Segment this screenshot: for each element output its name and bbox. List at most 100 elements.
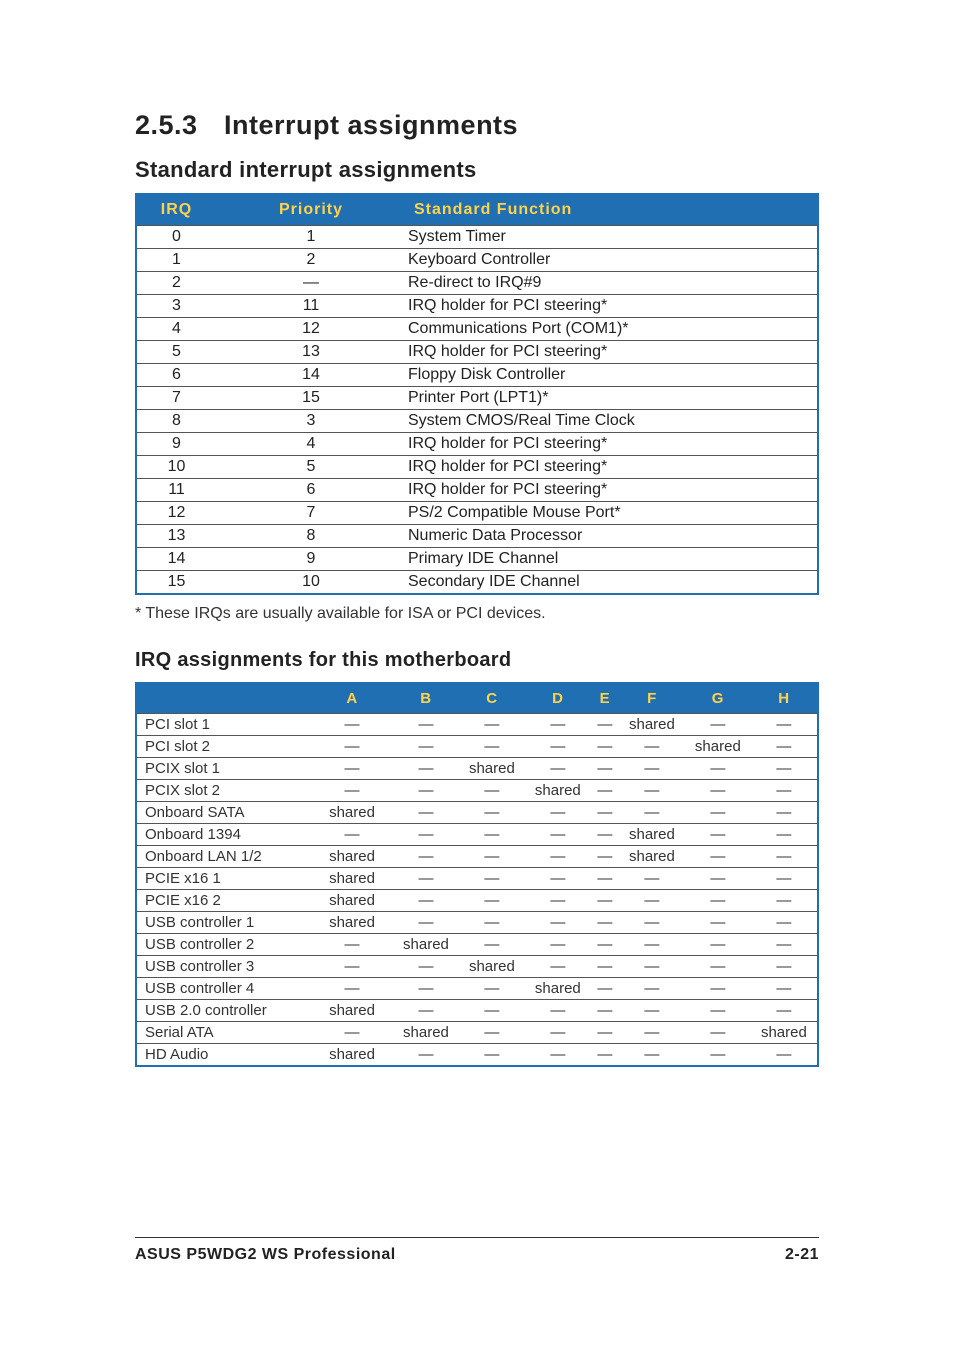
footer-right: 2-21: [785, 1246, 819, 1264]
cell-irq: 11: [136, 479, 216, 502]
table-row: HD Audioshared———————: [136, 1044, 818, 1067]
section1-title: Standard interrupt assignments: [135, 157, 819, 183]
cell-value: —: [591, 802, 619, 824]
table-row: USB controller 2—shared——————: [136, 934, 818, 956]
cell-value: —: [311, 978, 393, 1000]
cell-value: shared: [619, 714, 685, 736]
cell-value: —: [311, 780, 393, 802]
standard-interrupt-table: IRQ Priority Standard Function 01System …: [135, 193, 819, 595]
cell-value: shared: [311, 802, 393, 824]
cell-irq: 10: [136, 456, 216, 479]
cell-function: Floppy Disk Controller: [406, 364, 818, 387]
cell-value: —: [619, 868, 685, 890]
cell-value: —: [619, 758, 685, 780]
cell-value: —: [591, 1000, 619, 1022]
cell-value: —: [393, 1044, 459, 1067]
cell-value: —: [591, 824, 619, 846]
cell-function: System Timer: [406, 226, 818, 249]
cell-value: —: [525, 824, 591, 846]
col-function: Standard Function: [406, 194, 818, 226]
cell-value: —: [619, 978, 685, 1000]
table-row: Serial ATA—shared—————shared: [136, 1022, 818, 1044]
cell-priority: 10: [216, 571, 406, 595]
cell-value: —: [459, 934, 525, 956]
cell-value: —: [751, 736, 818, 758]
cell-value: —: [751, 846, 818, 868]
cell-value: —: [393, 846, 459, 868]
cell-value: —: [311, 1022, 393, 1044]
cell-irq: 1: [136, 249, 216, 272]
cell-value: shared: [459, 758, 525, 780]
col-a: A: [311, 683, 393, 714]
table-row: PCIE x16 1shared———————: [136, 868, 818, 890]
cell-value: —: [591, 912, 619, 934]
cell-device: USB controller 2: [136, 934, 311, 956]
cell-value: —: [591, 1044, 619, 1067]
cell-value: —: [525, 1022, 591, 1044]
cell-value: —: [685, 802, 751, 824]
cell-device: PCI slot 1: [136, 714, 311, 736]
cell-value: —: [525, 890, 591, 912]
cell-value: —: [685, 868, 751, 890]
cell-value: —: [685, 890, 751, 912]
cell-value: —: [685, 912, 751, 934]
cell-priority: 8: [216, 525, 406, 548]
cell-value: —: [751, 956, 818, 978]
cell-value: —: [751, 890, 818, 912]
cell-device: PCI slot 2: [136, 736, 311, 758]
cell-priority: 11: [216, 295, 406, 318]
cell-priority: 9: [216, 548, 406, 571]
cell-value: —: [619, 912, 685, 934]
cell-irq: 14: [136, 548, 216, 571]
table-row: PCIX slot 2———shared————: [136, 780, 818, 802]
irq-assignment-table: ABCDEFGH PCI slot 1—————shared——PCI slot…: [135, 682, 819, 1067]
cell-value: —: [525, 956, 591, 978]
cell-device: Onboard LAN 1/2: [136, 846, 311, 868]
cell-value: shared: [393, 1022, 459, 1044]
cell-value: —: [751, 1000, 818, 1022]
cell-value: —: [459, 1022, 525, 1044]
cell-value: —: [393, 1000, 459, 1022]
cell-value: —: [591, 736, 619, 758]
cell-value: —: [311, 824, 393, 846]
cell-value: —: [751, 912, 818, 934]
cell-function: Keyboard Controller: [406, 249, 818, 272]
cell-value: —: [591, 956, 619, 978]
table-row: 116IRQ holder for PCI steering*: [136, 479, 818, 502]
cell-function: IRQ holder for PCI steering*: [406, 341, 818, 364]
cell-value: —: [393, 824, 459, 846]
cell-value: —: [525, 1044, 591, 1067]
col-irq: IRQ: [136, 194, 216, 226]
cell-value: —: [751, 758, 818, 780]
col-priority: Priority: [216, 194, 406, 226]
table-row: Onboard LAN 1/2shared————shared——: [136, 846, 818, 868]
cell-value: —: [619, 802, 685, 824]
cell-value: —: [591, 934, 619, 956]
table-row: 138Numeric Data Processor: [136, 525, 818, 548]
cell-value: —: [393, 912, 459, 934]
cell-value: —: [685, 956, 751, 978]
cell-value: —: [591, 846, 619, 868]
table-row: 12Keyboard Controller: [136, 249, 818, 272]
cell-value: shared: [311, 1000, 393, 1022]
cell-priority: 2: [216, 249, 406, 272]
cell-device: Onboard SATA: [136, 802, 311, 824]
cell-irq: 9: [136, 433, 216, 456]
cell-value: —: [591, 978, 619, 1000]
cell-value: —: [459, 802, 525, 824]
cell-function: IRQ holder for PCI steering*: [406, 456, 818, 479]
section-heading: 2.5.3 Interrupt assignments: [135, 110, 819, 141]
heading-number: 2.5.3: [135, 110, 198, 140]
cell-device: PCIE x16 1: [136, 868, 311, 890]
section2-title: IRQ assignments for this motherboard: [135, 649, 819, 672]
table-row: 1510Secondary IDE Channel: [136, 571, 818, 595]
col-empty: [136, 683, 311, 714]
cell-value: —: [591, 758, 619, 780]
cell-value: —: [685, 824, 751, 846]
cell-device: PCIE x16 2: [136, 890, 311, 912]
cell-value: —: [393, 956, 459, 978]
cell-value: —: [525, 802, 591, 824]
cell-value: —: [619, 1022, 685, 1044]
cell-value: —: [751, 978, 818, 1000]
cell-function: Re-direct to IRQ#9: [406, 272, 818, 295]
